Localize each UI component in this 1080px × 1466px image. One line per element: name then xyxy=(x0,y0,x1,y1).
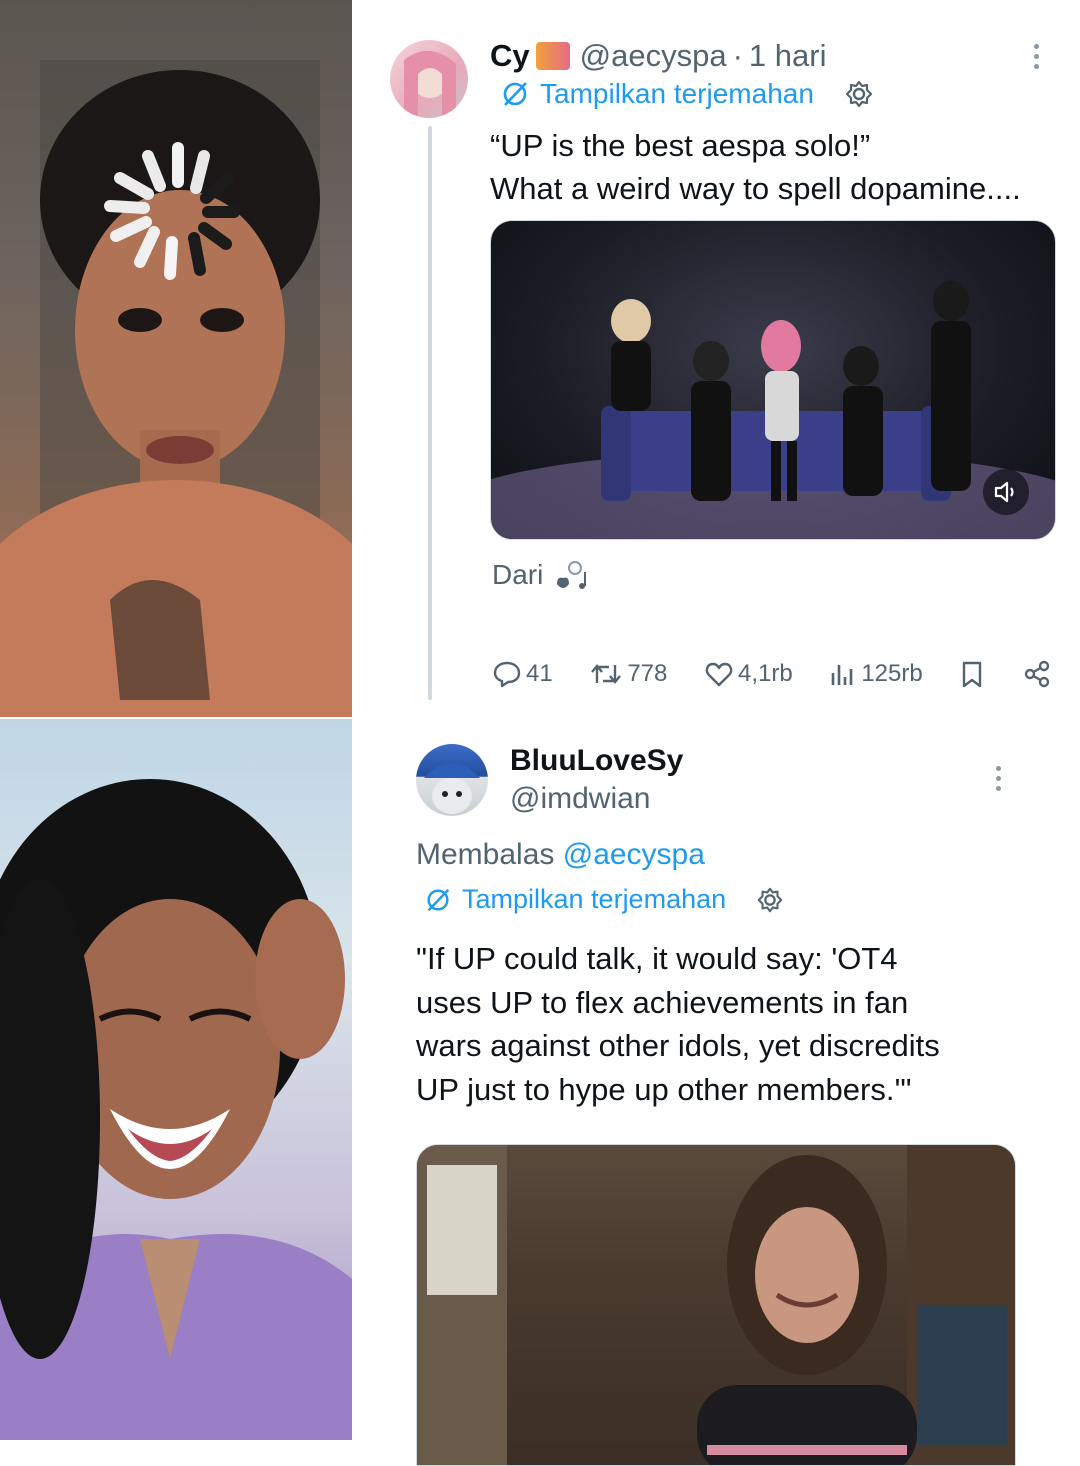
translate-row: Tampilkan terjemahan xyxy=(424,884,784,915)
tweet-text: “UP is the best aespa solo!” What a weir… xyxy=(490,128,1021,206)
bookmark-button[interactable] xyxy=(959,659,985,689)
tweet-header: Cy @aecyspa · 1 hari xyxy=(490,36,826,76)
like-count: 4,1rb xyxy=(738,660,793,687)
translate-icon xyxy=(427,888,450,911)
show-translation-link[interactable]: Tampilkan terjemahan xyxy=(462,884,726,915)
retweet-button[interactable]: 778 xyxy=(589,659,667,689)
author-handle[interactable]: @aecyspa xyxy=(580,38,727,74)
like-button[interactable]: 4,1rb xyxy=(704,659,793,689)
more-icon[interactable] xyxy=(1032,44,1040,69)
translate-row: Tampilkan terjemahan xyxy=(500,78,874,110)
sound-icon[interactable] xyxy=(983,469,1029,515)
replying-to-mention[interactable]: @aecyspa xyxy=(563,838,705,871)
couple-emoji-icon xyxy=(535,42,570,70)
reply-count: 41 xyxy=(526,660,553,687)
tweet-text: "If UP could talk, it would say: 'OT4 us… xyxy=(416,941,940,1107)
avatar[interactable] xyxy=(416,744,488,816)
replying-to-label: Membalas xyxy=(416,838,555,871)
views-button[interactable]: 125rb xyxy=(829,659,923,689)
tweet-actions: 41 778 4,1rb 125rb xyxy=(492,654,1052,694)
share-button[interactable] xyxy=(1022,659,1052,689)
share-icon xyxy=(1024,660,1050,688)
tweet-image[interactable] xyxy=(416,1144,1016,1466)
author-name[interactable]: BluuLoveSy xyxy=(510,744,683,778)
tweet-thread: Cy @aecyspa · 1 hari Tampilkan terjemaha… xyxy=(352,0,1080,1466)
reaction-photo-bottom xyxy=(0,719,352,1440)
translate-icon xyxy=(503,82,527,106)
more-icon[interactable] xyxy=(994,766,1002,791)
replying-to: Membalas @aecyspa xyxy=(416,838,705,872)
gear-icon[interactable] xyxy=(756,886,784,914)
bookmark-icon xyxy=(963,661,982,688)
show-translation-link[interactable]: Tampilkan terjemahan xyxy=(540,78,814,110)
gear-icon[interactable] xyxy=(844,79,874,109)
views-count: 125rb xyxy=(861,660,923,687)
source-row: Dari xyxy=(492,558,595,592)
tweet-time[interactable]: 1 hari xyxy=(749,38,827,74)
separator-dot: · xyxy=(732,38,743,73)
avatar[interactable] xyxy=(390,40,468,118)
retweet-icon xyxy=(591,664,622,684)
like-icon xyxy=(705,662,733,687)
tweet-video[interactable] xyxy=(490,220,1056,540)
music-emoji-icon xyxy=(557,561,587,589)
reply-button[interactable]: 41 xyxy=(492,659,553,689)
thread-connector xyxy=(428,126,432,700)
author-name[interactable]: Cy xyxy=(490,38,530,74)
source-label: Dari xyxy=(492,559,544,590)
views-icon xyxy=(832,665,853,685)
author-handle[interactable]: @imdwian xyxy=(510,782,651,816)
reply-icon xyxy=(493,661,521,688)
meme-photo-column xyxy=(0,0,352,1440)
reaction-photo-top xyxy=(0,0,352,717)
retweet-count: 778 xyxy=(627,660,668,687)
